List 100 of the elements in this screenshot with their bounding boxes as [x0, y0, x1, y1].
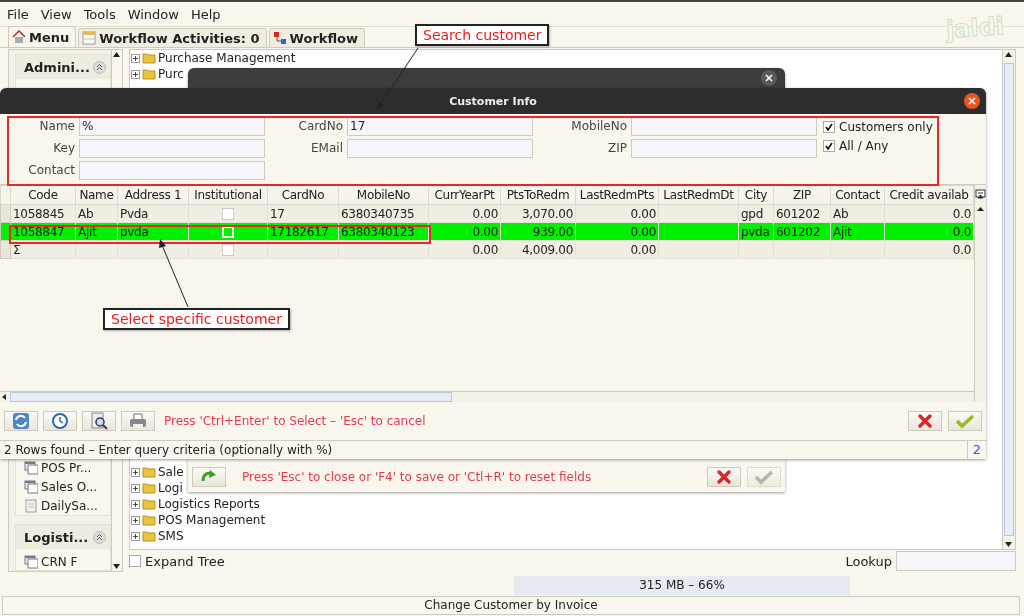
- document-icon: [24, 498, 38, 513]
- checkbox-label[interactable]: Customers only: [839, 120, 933, 134]
- left-arrow-icon: [0, 393, 8, 401]
- folder-icon: [142, 466, 156, 478]
- tree-item[interactable]: Sale: [158, 465, 184, 479]
- row-header[interactable]: [0, 240, 11, 259]
- cancel-button[interactable]: [707, 467, 741, 487]
- arrow: [159, 239, 189, 308]
- form-icon: [24, 460, 38, 475]
- menu-item[interactable]: Help: [184, 4, 227, 24]
- folder-icon: [142, 52, 156, 64]
- tab[interactable]: Menu: [8, 26, 77, 47]
- tree-item[interactable]: Logi: [158, 481, 183, 495]
- form-icon: [24, 479, 38, 494]
- checkbox[interactable]: [823, 140, 835, 152]
- checkbox[interactable]: [823, 121, 835, 133]
- menu-item[interactable]: Window: [121, 4, 185, 24]
- check-icon: [955, 413, 975, 429]
- up-arrow-icon: [975, 204, 986, 214]
- checkbox-label[interactable]: Expand Tree: [145, 553, 225, 569]
- scrollbar[interactable]: [1002, 50, 1015, 549]
- row-header[interactable]: [0, 222, 11, 241]
- collapse-icon: [93, 60, 106, 74]
- field-label: Contact: [27, 163, 75, 177]
- ok-button[interactable]: [948, 411, 982, 431]
- check-icon: [825, 123, 833, 131]
- tab[interactable]: Workflow Activities: 0: [78, 28, 267, 47]
- callout-label: Select specific customer: [103, 308, 290, 330]
- clock-icon: [51, 412, 69, 430]
- check-icon: [825, 142, 833, 150]
- sidebar-item[interactable]: CRN F: [41, 554, 78, 569]
- input-field[interactable]: [79, 160, 265, 180]
- table-icon: [82, 31, 97, 45]
- group-header[interactable]: Logisti...: [16, 525, 110, 549]
- check-icon: [754, 469, 774, 485]
- close-icon: [917, 413, 933, 429]
- cancel-button[interactable]: [908, 411, 942, 431]
- home-icon: [12, 30, 26, 44]
- folder-icon: [142, 498, 156, 510]
- folder-icon: [142, 530, 156, 542]
- field-label: ZIP: [607, 141, 627, 155]
- collapse-icon: [93, 530, 106, 544]
- close-icon: [764, 73, 774, 83]
- down-arrow-icon: [1003, 540, 1014, 549]
- field-label: Name: [38, 119, 75, 133]
- sidebar-item[interactable]: DailySa...: [41, 498, 98, 513]
- row-count: 2: [967, 441, 986, 459]
- checkbox[interactable]: [222, 207, 234, 220]
- input-field[interactable]: [347, 138, 533, 158]
- folder-icon: [142, 68, 156, 80]
- print-button[interactable]: [121, 411, 155, 431]
- reset-button[interactable]: [192, 467, 226, 487]
- hint-text: Press 'Ctrl+Enter' to Select – 'Esc' to cancel: [163, 414, 427, 428]
- scrollbar[interactable]: [974, 185, 986, 402]
- field-label: EMail: [310, 141, 343, 155]
- close-icon: [716, 469, 732, 485]
- hint-text: Press 'Esc' to close or 'F4' to save or 'Ctl+R' to reset fields: [242, 470, 593, 484]
- menu-item[interactable]: Tools: [77, 4, 122, 24]
- column-header[interactable]: Credit availab: [884, 185, 974, 205]
- window-title: Customer Info: [449, 94, 537, 108]
- memory-indicator: 315 MB – 66%: [514, 575, 850, 595]
- tree-item[interactable]: POS Management: [158, 513, 266, 527]
- tab[interactable]: Workflow: [268, 28, 366, 47]
- up-arrow-icon: [112, 50, 121, 59]
- field-label: Key: [52, 141, 75, 155]
- tree-item[interactable]: Purc: [158, 67, 184, 81]
- printer-icon: [129, 412, 147, 430]
- down-arrow-icon: [112, 562, 121, 571]
- tree-item[interactable]: Purchase Management: [158, 51, 296, 65]
- folder-icon: [142, 514, 156, 526]
- scrollbar[interactable]: [0, 391, 974, 402]
- field-label: Lookup: [845, 553, 892, 569]
- field-label: CardNo: [297, 119, 343, 133]
- group-header[interactable]: Admini...: [16, 55, 110, 79]
- close-button[interactable]: [964, 93, 980, 109]
- close-icon: [967, 96, 977, 106]
- lookup-field[interactable]: [896, 551, 1016, 571]
- refresh-button[interactable]: [4, 411, 38, 431]
- history-button[interactable]: [43, 411, 77, 431]
- checkbox[interactable]: [129, 555, 141, 567]
- status-bar: Change Customer by Invoice: [2, 596, 1020, 615]
- input-field[interactable]: [631, 138, 817, 158]
- zoom-button[interactable]: [82, 411, 116, 431]
- menu-item[interactable]: View: [34, 4, 78, 24]
- checkbox-label[interactable]: All / Any: [839, 139, 889, 153]
- input-field[interactable]: [79, 138, 265, 158]
- callout-label: Search customer: [415, 24, 550, 46]
- search-icon: [90, 412, 108, 430]
- workflow-icon: [272, 31, 287, 45]
- close-button[interactable]: [761, 70, 777, 86]
- refresh-icon: [12, 412, 30, 430]
- tree-item[interactable]: Logistics Reports: [158, 497, 260, 511]
- folder-icon: [142, 482, 156, 494]
- menu-item[interactable]: File: [1, 4, 35, 24]
- sidebar-item[interactable]: Sales O...: [41, 479, 98, 494]
- up-arrow-icon: [1003, 50, 1014, 59]
- tree-item[interactable]: SMS: [158, 529, 184, 543]
- field-label: MobileNo: [570, 119, 627, 133]
- sidebar-item[interactable]: POS Pr...: [41, 460, 92, 475]
- status-text: 2 Rows found – Enter query criteria (optionally with %): [3, 442, 334, 459]
